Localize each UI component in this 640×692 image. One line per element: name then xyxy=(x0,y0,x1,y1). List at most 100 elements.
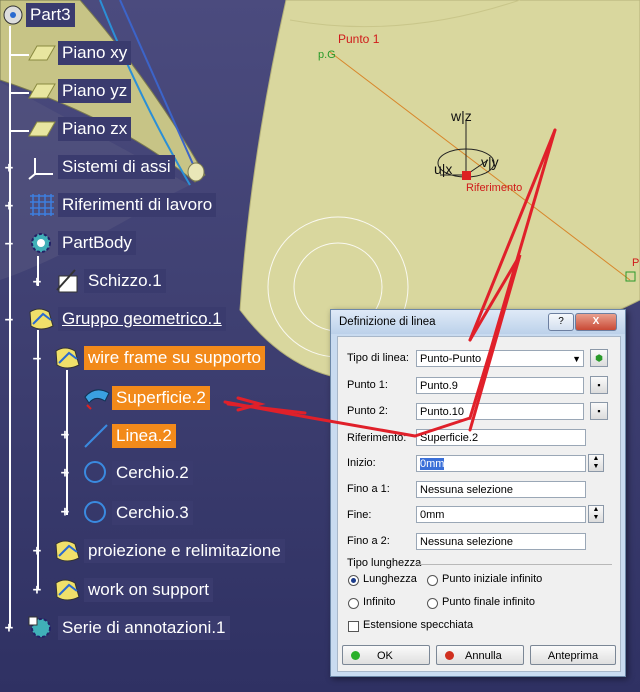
expand-icon[interactable]: + xyxy=(32,275,42,289)
point2-label: Punto 2: xyxy=(347,405,388,417)
plane-icon xyxy=(28,83,56,99)
expand-icon[interactable]: + xyxy=(4,621,14,635)
expand-icon[interactable]: + xyxy=(32,544,42,558)
sketch-icon xyxy=(56,269,78,293)
tree-item-piano-xy[interactable]: Piano xy xyxy=(26,40,132,66)
point-marker: p.G xyxy=(318,49,336,61)
dialog-body: Tipo di linea: Punto-Punto ▼ ⬢ Punto 1: … xyxy=(337,336,621,672)
radio-infinite[interactable] xyxy=(348,598,359,609)
tree-root-label: Part3 xyxy=(26,3,75,27)
geometric-set-icon xyxy=(29,308,54,330)
axis-w-label: w|z xyxy=(450,108,472,124)
expand-icon[interactable]: + xyxy=(4,161,14,175)
upto1-field[interactable]: Nessuna selezione xyxy=(416,481,586,498)
start-field[interactable]: 0mm xyxy=(416,455,586,472)
geometric-set-icon xyxy=(55,579,80,601)
line-definition-dialog[interactable]: Definizione di linea ? X Tipo di linea: … xyxy=(330,309,626,677)
tree-item-label: work on support xyxy=(84,578,213,602)
part-icon xyxy=(3,5,23,25)
expand-icon[interactable]: + xyxy=(60,466,70,480)
point-label: Punto 1 xyxy=(338,32,380,46)
tree-item-annotations[interactable]: Serie di annotazioni.1 xyxy=(26,615,230,641)
upto1-label: Fino a 1: xyxy=(347,483,390,495)
tree-item-label: Cerchio.3 xyxy=(112,501,193,525)
tree-item-piano-zx[interactable]: Piano zx xyxy=(26,116,132,142)
point1-create-button[interactable]: ▪ xyxy=(590,376,608,394)
ok-button[interactable]: OK xyxy=(342,645,430,665)
tree-item-label: Linea.2 xyxy=(112,424,176,448)
start-spinner[interactable]: ▲ ▼ xyxy=(588,454,604,472)
tree-item-label: Gruppo geometrico.1 xyxy=(58,307,226,331)
collapse-icon[interactable]: − xyxy=(32,352,42,366)
expand-icon[interactable]: + xyxy=(60,428,70,442)
tree-item-label: wire frame su supporto xyxy=(84,346,265,370)
preview-button[interactable]: Anteprima xyxy=(530,645,616,665)
tree-item-label: Piano yz xyxy=(58,79,132,103)
expand-icon[interactable]: + xyxy=(60,505,70,519)
plane-icon xyxy=(28,121,56,137)
tree-item-label: proiezione e relimitazione xyxy=(84,539,285,563)
point2-create-button[interactable]: ▪ xyxy=(590,402,608,420)
radio-length[interactable] xyxy=(348,575,359,586)
close-button[interactable]: X xyxy=(575,313,617,331)
line-type-select[interactable]: Punto-Punto ▼ xyxy=(416,350,584,367)
collapse-icon[interactable]: − xyxy=(4,237,14,251)
tree-item-piano-yz[interactable]: Piano yz xyxy=(26,78,132,104)
axis-system-icon xyxy=(28,158,53,180)
grid-icon xyxy=(30,194,54,216)
end-spinner[interactable]: ▲ ▼ xyxy=(588,505,604,523)
radio-infinite-label: Infinito xyxy=(363,596,396,608)
tree-item-sketch[interactable]: Schizzo.1 xyxy=(52,268,166,294)
gear-icon xyxy=(31,233,51,253)
axis-u-label: u|x xyxy=(434,161,452,177)
expand-icon[interactable]: + xyxy=(4,199,14,213)
end-field[interactable]: 0mm xyxy=(416,506,586,523)
upto2-label: Fino a 2: xyxy=(347,535,390,547)
mirror-label: Estensione specchiata xyxy=(363,619,474,631)
tree-item-label: Riferimenti di lavoro xyxy=(58,193,217,217)
collapse-icon[interactable]: − xyxy=(4,313,14,327)
tree-root[interactable]: Part3 xyxy=(0,2,75,28)
chevron-down-icon: ▼ xyxy=(572,354,581,364)
tree-item-label: Superficie.2 xyxy=(112,386,210,410)
radio-start-infinite-label: Punto iniziale infinito xyxy=(442,573,543,585)
support-field[interactable]: Superficie.2 xyxy=(416,429,586,446)
mirror-checkbox[interactable] xyxy=(348,621,359,632)
annotation-set-icon xyxy=(28,616,51,638)
line-icon xyxy=(84,424,108,448)
support-label: Riferimento: xyxy=(347,432,407,444)
tree-item-label: Cerchio.2 xyxy=(112,461,193,485)
tree-item-partbody[interactable]: PartBody xyxy=(26,230,136,256)
circle-icon xyxy=(84,501,106,523)
tree-item-geometric-set[interactable]: Gruppo geometrico.1 xyxy=(26,306,226,332)
tree-item-work-on-support[interactable]: work on support xyxy=(52,577,213,603)
line-type-label: Tipo di linea: xyxy=(347,352,409,364)
cancel-button[interactable]: Annulla xyxy=(436,645,524,665)
tree-item-wireframe-support[interactable]: wire frame su supporto xyxy=(52,345,265,371)
tree-item-projection[interactable]: proiezione e relimitazione xyxy=(52,538,285,564)
edge-point-label: P xyxy=(632,257,639,269)
point1-field[interactable]: Punto.9 xyxy=(416,377,584,394)
ok-icon xyxy=(351,651,360,660)
expand-icon[interactable]: + xyxy=(32,583,42,597)
radio-end-infinite[interactable] xyxy=(427,598,438,609)
plane-icon xyxy=(28,45,56,61)
tree-item-surface[interactable]: Superficie.2 xyxy=(80,385,210,411)
geometric-set-icon xyxy=(55,540,80,562)
tree-item-label: Sistemi di assi xyxy=(58,155,175,179)
dialog-title-bar[interactable]: Definizione di linea ? X xyxy=(331,310,625,334)
point2-field[interactable]: Punto.10 xyxy=(416,403,584,420)
radio-end-infinite-label: Punto finale infinito xyxy=(442,596,535,608)
help-button[interactable]: ? xyxy=(548,313,574,331)
tree-item-circle-3[interactable]: Cerchio.3 xyxy=(80,500,193,526)
surface-icon xyxy=(84,389,110,410)
line-type-options-button[interactable]: ⬢ xyxy=(590,349,608,367)
radio-start-infinite[interactable] xyxy=(427,575,438,586)
upto2-field[interactable]: Nessuna selezione xyxy=(416,533,586,550)
tree-item-circle-2[interactable]: Cerchio.2 xyxy=(80,460,193,486)
tree-item-line[interactable]: Linea.2 xyxy=(80,423,176,449)
tree-item-axis-systems[interactable]: Sistemi di assi xyxy=(26,154,175,180)
tree-item-work-references[interactable]: Riferimenti di lavoro xyxy=(26,192,217,218)
tree-item-label: Piano zx xyxy=(58,117,132,141)
tree-item-label: PartBody xyxy=(58,231,136,255)
